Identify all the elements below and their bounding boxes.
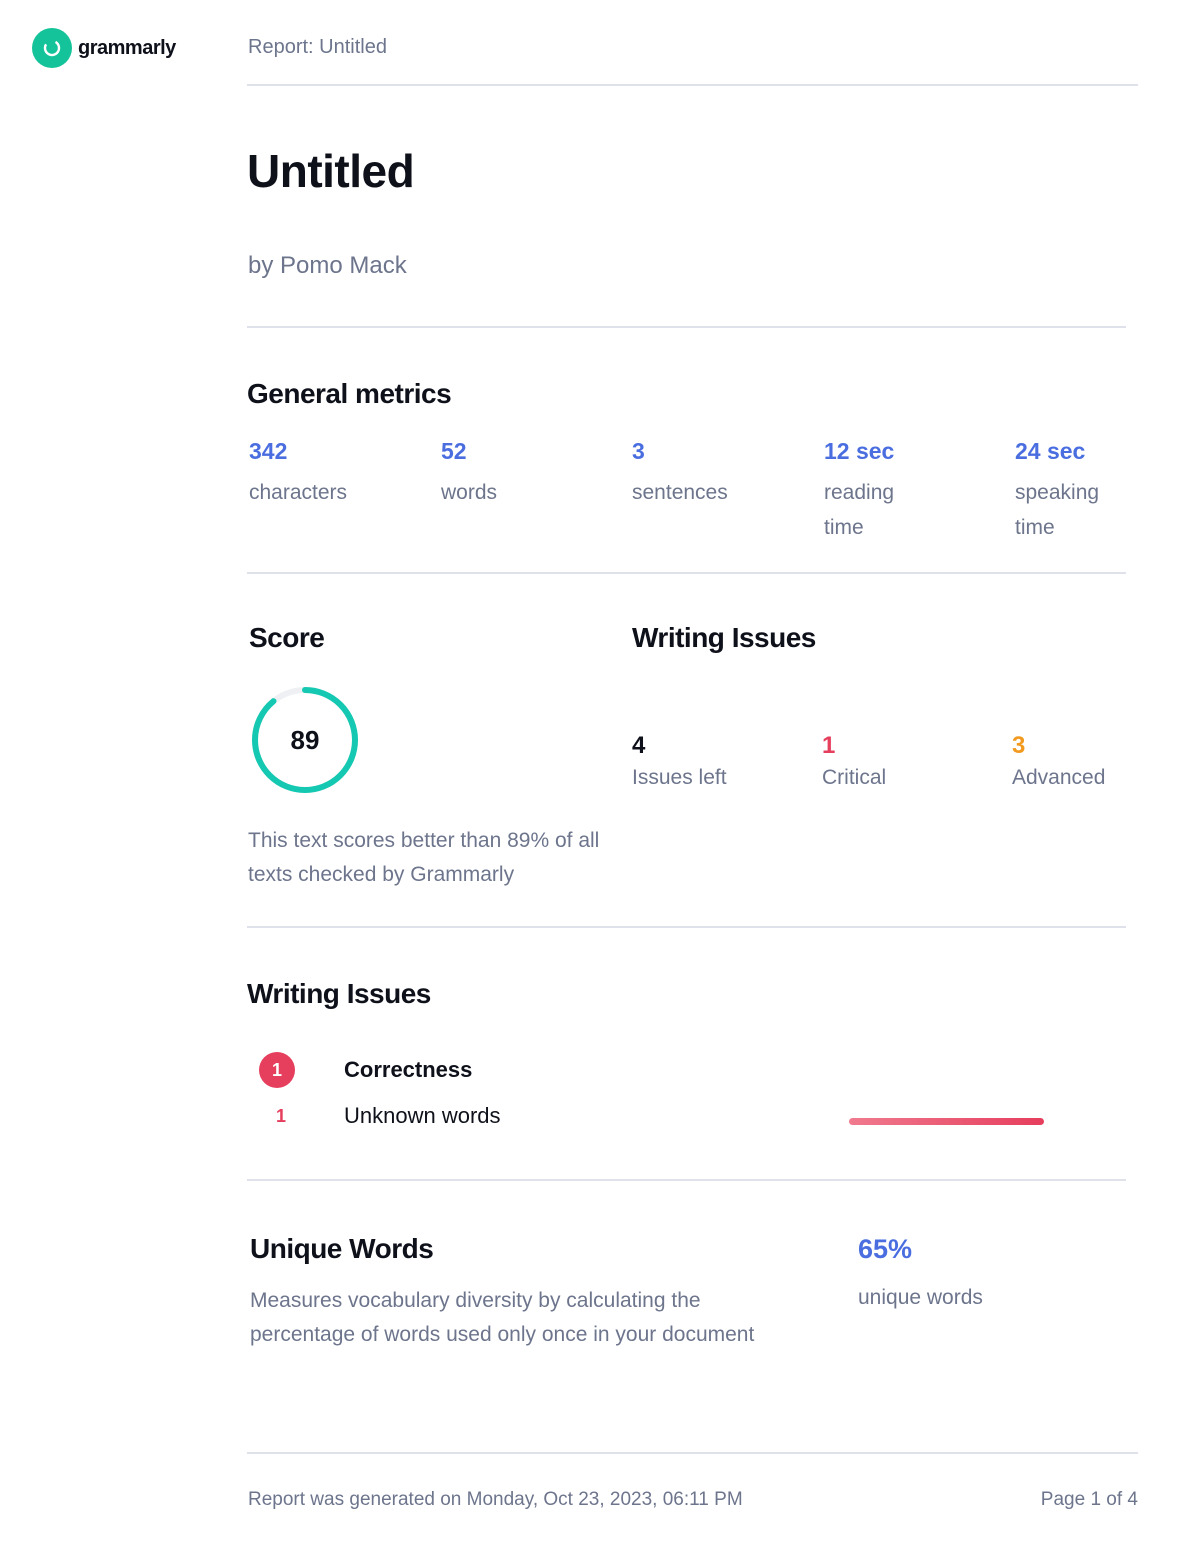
correctness-label: Correctness bbox=[344, 1057, 473, 1082]
metric-value: 342 bbox=[249, 438, 288, 464]
unique-words-value: 65% bbox=[858, 1234, 913, 1264]
metric-value: 52 bbox=[441, 438, 467, 464]
score-heading: Score bbox=[249, 622, 325, 653]
metric-label: words bbox=[441, 481, 498, 504]
divider bbox=[247, 326, 1126, 328]
grammarly-logo-icon bbox=[32, 28, 72, 68]
metric-value: 12 sec bbox=[824, 438, 895, 464]
issues-left: 4 Issues left bbox=[632, 732, 727, 790]
grammarly-logo: grammarly bbox=[32, 28, 176, 68]
metric-speaking-time: 24 sec speaking time bbox=[1015, 438, 1115, 545]
correctness-count-badge: 1 bbox=[259, 1052, 295, 1088]
metric-label: reading time bbox=[824, 481, 895, 539]
document-author: by Pomo Mack bbox=[248, 252, 407, 279]
metric-characters: 342 characters bbox=[249, 438, 369, 510]
metric-reading-time: 12 sec reading time bbox=[824, 438, 924, 545]
issues-critical-label: Critical bbox=[822, 766, 887, 789]
metric-words: 52 words bbox=[441, 438, 561, 510]
unique-words-heading: Unique Words bbox=[250, 1233, 434, 1264]
unique-words-description: Measures vocabulary diversity by calcula… bbox=[250, 1289, 755, 1346]
issues-advanced: 3 Advanced bbox=[1012, 732, 1105, 790]
metric-sentences: 3 sentences bbox=[632, 438, 752, 510]
divider bbox=[247, 1179, 1126, 1181]
issues-left-value: 4 bbox=[632, 732, 646, 759]
score-ring: 89 bbox=[248, 683, 362, 797]
metric-label: characters bbox=[249, 481, 348, 504]
score-value: 89 bbox=[290, 724, 320, 755]
writing-issues-heading: Writing Issues bbox=[247, 978, 431, 1009]
general-metrics-heading: General metrics bbox=[247, 378, 452, 409]
metric-value: 24 sec bbox=[1015, 438, 1086, 464]
issues-critical-value: 1 bbox=[822, 732, 836, 759]
divider bbox=[247, 926, 1126, 928]
issues-advanced-label: Advanced bbox=[1012, 766, 1106, 789]
issues-advanced-value: 3 bbox=[1012, 732, 1026, 759]
header-divider bbox=[247, 84, 1138, 86]
issues-left-label: Issues left bbox=[632, 766, 727, 789]
unknown-words-bar bbox=[849, 1118, 1044, 1125]
report-label: Report: Untitled bbox=[248, 36, 387, 58]
report-generated-text: Report was generated on Monday, Oct 23, … bbox=[248, 1489, 743, 1510]
footer-divider bbox=[247, 1452, 1138, 1454]
unique-words-label: unique words bbox=[858, 1286, 983, 1309]
writing-issues-summary-heading: Writing Issues bbox=[632, 622, 816, 653]
unknown-words-count: 1 bbox=[276, 1106, 287, 1126]
score-description: This text scores better than 89% of all … bbox=[248, 829, 600, 886]
metric-label: speaking time bbox=[1015, 481, 1100, 539]
unknown-words-label: Unknown words bbox=[344, 1103, 501, 1128]
metric-label: sentences bbox=[632, 481, 728, 504]
page-number: Page 1 of 4 bbox=[1040, 1489, 1138, 1510]
logo-text: grammarly bbox=[78, 36, 176, 59]
document-title: Untitled bbox=[247, 145, 415, 197]
issues-critical: 1 Critical bbox=[822, 732, 886, 790]
metric-value: 3 bbox=[632, 438, 645, 464]
divider bbox=[247, 572, 1126, 574]
